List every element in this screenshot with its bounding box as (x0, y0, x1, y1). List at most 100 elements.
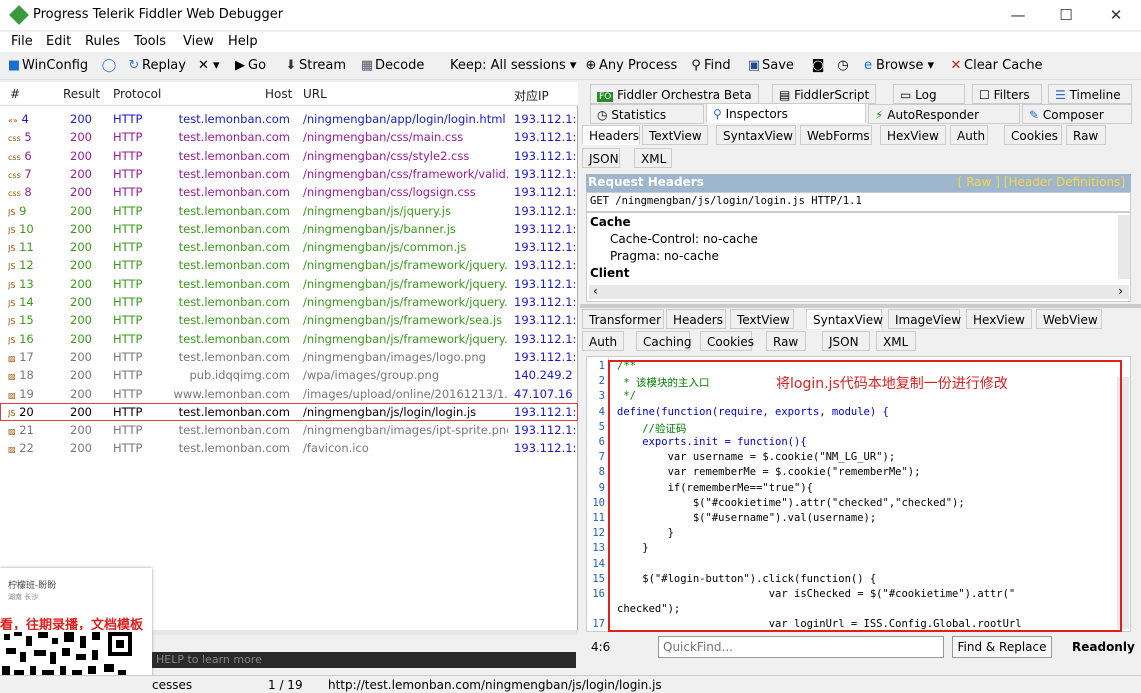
clear-cache-button[interactable]: ✕ Clear Cache (948, 58, 1043, 73)
tab-resp_tabs2-4[interactable]: JSON (822, 331, 870, 351)
session-row[interactable]: css 8 200 HTTP test.lemonban.com/ningmengba… (0, 183, 578, 201)
tab-autoresponder[interactable]: ⚡ AutoResponder (868, 104, 1020, 124)
tab-req_tabs-5[interactable]: Auth (950, 125, 988, 145)
header-pragma[interactable]: Pragma: no-cache (610, 249, 719, 263)
replay-button[interactable]: ↻ Replay (126, 58, 186, 73)
session-row[interactable]: JS 14 200 HTTP test.lemonban.com/ningmengba… (0, 293, 578, 311)
session-row[interactable]: JS 12 200 HTTP test.lemonban.com/ningmengba… (0, 256, 578, 274)
col-url[interactable]: URL (303, 87, 327, 101)
any-process-button[interactable]: ⊕ Any Process (583, 58, 678, 73)
splitter[interactable] (580, 304, 1141, 308)
find-button[interactable]: ⚲ Find (688, 58, 730, 73)
comment-button[interactable]: ◯ (101, 58, 117, 73)
process-filter-status[interactable]: cesses (152, 678, 192, 692)
tab-resp_tabs-3[interactable]: SyntaxView (806, 309, 883, 329)
tab-resp_tabs2-0[interactable]: Auth (582, 331, 624, 351)
session-row[interactable]: JS 13 200 HTTP test.lemonban.com/ningmengba… (0, 275, 578, 293)
tab-req_tabs-3[interactable]: WebForms (800, 125, 872, 145)
session-row[interactable]: ▨ 21 200 HTTP test.lemonban.com/ningmengban… (0, 421, 578, 439)
tab-timeline[interactable]: ☰ Timeline (1048, 84, 1132, 104)
tab-req_tabs-1[interactable]: TextView (642, 125, 708, 145)
col-host[interactable]: Host (265, 87, 292, 101)
tab-resp_tabs2-1[interactable]: Caching (636, 331, 692, 351)
tab-resp_tabs-0[interactable]: Transformer (582, 309, 664, 329)
session-row[interactable]: JS 10 200 HTTP test.lemonban.com/ningmengba… (0, 220, 578, 238)
col-ip[interactable]: 对应IP (514, 87, 549, 104)
headers-tree[interactable]: Cache Cache-Control: no-cache Pragma: no… (586, 212, 1131, 302)
raw-header-definitions-links[interactable]: [ Raw ] [Header Definitions] (958, 175, 1125, 189)
remove-button[interactable]: ✕ ▾ (198, 58, 220, 73)
session-row[interactable]: JS 9 200 HTTP test.lemonban.com/ningmengban… (0, 202, 578, 220)
session-row[interactable]: css 7 200 HTTP test.lemonban.com/ningmengba… (0, 165, 578, 183)
session-row[interactable]: JS 11 200 HTTP test.lemonban.com/ningmengba… (0, 238, 578, 256)
readonly-label: Readonly (1072, 640, 1135, 654)
quickfind-input[interactable] (658, 636, 944, 658)
timer-button[interactable]: ◷ (835, 58, 851, 73)
menu-view[interactable]: View (183, 34, 214, 49)
menu-help[interactable]: Help (228, 34, 258, 49)
headers-hscrollbar[interactable]: ‹ › (589, 284, 1129, 299)
group-client[interactable]: Client (590, 266, 629, 280)
menu-file[interactable]: File (11, 34, 33, 49)
browse-button[interactable]: e Browse ▾ (860, 58, 934, 73)
menu-rules[interactable]: Rules (85, 34, 120, 49)
session-row[interactable]: ▨ 17 200 HTTP test.lemonban.com/ningmengban… (0, 348, 578, 366)
tab-fiddler-orchestra[interactable]: FO Fiddler Orchestra Beta (590, 84, 759, 104)
col-protocol[interactable]: Protocol (113, 87, 161, 101)
menu-edit[interactable]: Edit (46, 34, 71, 49)
find-replace-button[interactable]: Find & Replace (952, 636, 1052, 658)
scroll-right-icon[interactable]: › (1118, 284, 1123, 298)
winconfig-button[interactable]: ■ WinConfig (6, 58, 88, 73)
tab-composer[interactable]: ✎ Composer (1022, 104, 1132, 124)
decode-button[interactable]: ▦ Decode (359, 58, 425, 73)
session-row[interactable]: ▨ 18 200 HTTP pub.idqqimg.com/wpa/images/gr… (0, 366, 578, 384)
session-row[interactable]: ▨ 22 200 HTTP test.lemonban.com/favicon.ico… (0, 439, 578, 457)
session-row[interactable]: «» 4 200 HTTP test.lemonban.com/ningmengban… (0, 110, 578, 128)
tab-inspectors[interactable]: ⚲ Inspectors (706, 103, 866, 123)
keep-sessions-dropdown[interactable]: Keep: All sessions ▾ (450, 58, 576, 73)
tab-resp_tabs2-2[interactable]: Cookies (700, 331, 754, 351)
tab-req_tabs-2[interactable]: SyntaxView (716, 125, 796, 145)
tab-resp_tabs-4[interactable]: ImageView (888, 309, 961, 329)
session-row[interactable]: css 6 200 HTTP test.lemonban.com/ningmengba… (0, 147, 578, 165)
tab-resp_tabs-1[interactable]: Headers (666, 309, 726, 329)
tab-req_tabs-0[interactable]: Headers (582, 125, 640, 145)
tab-fiddlerscript[interactable]: ▤ FiddlerScript (772, 84, 877, 104)
maximize-button[interactable]: ☐ (1046, 4, 1086, 26)
tab-req_tabs2-0[interactable]: JSON (582, 148, 620, 168)
session-row[interactable]: JS 16 200 HTTP test.lemonban.com/ningmengba… (0, 330, 578, 348)
tab-resp_tabs-2[interactable]: TextView (730, 309, 794, 329)
session-row[interactable]: JS 15 200 HTTP test.lemonban.com/ningmengba… (0, 311, 578, 329)
tab-filters[interactable]: ☐ Filters (972, 84, 1042, 104)
save-button[interactable]: ▣ Save (746, 58, 794, 73)
browse-dropdown-arrow[interactable]: ▾ (923, 58, 934, 73)
tab-resp_tabs-5[interactable]: HexView (966, 309, 1032, 329)
header-cache-control[interactable]: Cache-Control: no-cache (610, 232, 758, 246)
tab-req_tabs-7[interactable]: Raw (1066, 125, 1106, 145)
headers-vscrollbar[interactable] (1118, 215, 1130, 279)
tab-resp_tabs2-5[interactable]: XML (876, 331, 916, 351)
tab-req_tabs-4[interactable]: HexView (880, 125, 946, 145)
scroll-left-icon[interactable]: ‹ (593, 284, 598, 298)
tab-resp_tabs-6[interactable]: WebView (1036, 309, 1102, 329)
session-row[interactable]: css 5 200 HTTP test.lemonban.com/ningmengba… (0, 128, 578, 146)
tab-req_tabs2-1[interactable]: XML (634, 148, 672, 168)
session-row[interactable]: JS 20 200 HTTP test.lemonban.com/ningmengba… (0, 402, 578, 421)
col-id[interactable]: # (10, 87, 20, 101)
tab-req_tabs-6[interactable]: Cookies (1004, 125, 1062, 145)
tab-log[interactable]: ▭ Log (893, 84, 965, 104)
stream-button[interactable]: ⬇ Stream (283, 58, 347, 73)
group-cache[interactable]: Cache (590, 215, 631, 229)
col-result[interactable]: Result (63, 87, 100, 101)
tab-statistics[interactable]: ◷ Statistics (590, 104, 704, 124)
minimize-button[interactable]: — (998, 4, 1038, 26)
close-button[interactable]: ✕ (1096, 4, 1136, 26)
menu-tools[interactable]: Tools (134, 34, 166, 49)
quickexec-box[interactable]: HELP to learn more (152, 652, 576, 668)
session-row[interactable]: ▨ 19 200 HTTP www.lemonban.com/images/uploa… (0, 385, 578, 403)
sessions-list[interactable]: # Result Protocol Host URL 对应IP «» 4 200 H… (0, 82, 578, 635)
tab-resp_tabs2-3[interactable]: Raw (766, 331, 806, 351)
go-button[interactable]: ▶ Go (232, 58, 266, 73)
session-host-cell: test.lemonban.com (178, 185, 290, 200)
screenshot-button[interactable]: ◙ (810, 58, 826, 73)
